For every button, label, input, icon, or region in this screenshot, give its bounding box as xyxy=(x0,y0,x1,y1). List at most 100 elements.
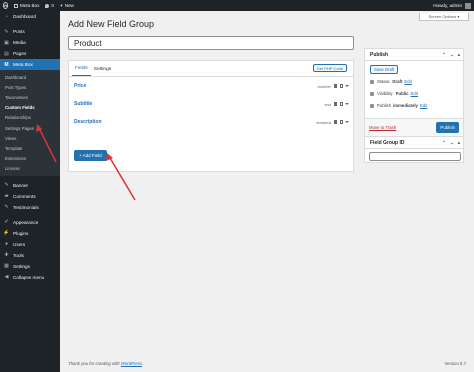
sidebar-item-plugins[interactable]: ⚡ Plugins xyxy=(0,228,60,239)
submenu-template[interactable]: Template xyxy=(0,143,60,153)
collapse-icon: ◀ xyxy=(4,274,9,281)
media-icon: ▣ xyxy=(4,39,9,46)
delete-icon[interactable] xyxy=(334,102,337,106)
publish-box-title: Publish xyxy=(370,51,389,58)
field-name[interactable]: Description xyxy=(74,119,102,125)
field-group-id-title: Field Group ID xyxy=(370,139,405,146)
admin-bar: W Meta Box 0 + New Howdy, admin xyxy=(0,0,474,11)
chevron-down-icon[interactable]: ⌄ xyxy=(450,140,454,146)
submenu-license[interactable]: License xyxy=(0,164,60,174)
submenu-custom-fields[interactable]: Custom Fields xyxy=(0,103,60,113)
edit-date-link[interactable]: Edit xyxy=(420,103,427,108)
settings-icon: ▦ xyxy=(4,263,9,270)
sidebar-item-users[interactable]: ● Users xyxy=(0,239,60,250)
pin-icon: ✎ xyxy=(4,204,9,211)
get-php-code-button[interactable]: Get PHP Code xyxy=(312,64,347,72)
title-input[interactable]: Product xyxy=(68,36,354,50)
comments-link[interactable]: 0 xyxy=(42,0,57,11)
edit-visibility-link[interactable]: Edit xyxy=(411,91,418,96)
chevron-down-icon[interactable] xyxy=(345,121,349,123)
publish-button[interactable]: Publish xyxy=(436,122,459,133)
field-tabs: Fields Settings Get PHP Code xyxy=(69,61,353,77)
sidebar-item-comments[interactable]: ▰ Comments xyxy=(0,191,60,202)
chevron-down-icon[interactable]: ⌄ xyxy=(450,52,454,58)
collapse-menu-button[interactable]: ◀ Collapse menu xyxy=(0,272,60,283)
sidebar-item-banner[interactable]: ✎ Banner xyxy=(0,180,60,191)
move-to-trash-link[interactable]: Move to Trash xyxy=(369,125,396,130)
submenu-post-types[interactable]: Post Types xyxy=(0,82,60,92)
collapse-toggle-icon[interactable]: ▴ xyxy=(458,140,460,146)
account-menu[interactable]: Howdy, admin xyxy=(433,2,474,9)
fields-box: Fields Settings Get PHP Code Price numbe… xyxy=(68,60,354,172)
plugin-icon: ⚡ xyxy=(3,230,10,237)
submenu-dashboard[interactable]: Dashboard xyxy=(0,72,60,82)
dashboard-icon: ◔ xyxy=(4,13,9,20)
key-icon xyxy=(370,79,374,84)
field-row[interactable]: Price number xyxy=(69,77,353,95)
calendar-icon xyxy=(370,103,374,108)
wordpress-link[interactable]: WordPress xyxy=(121,361,142,366)
duplicate-icon[interactable] xyxy=(340,102,343,106)
chevron-up-icon[interactable]: ⌃ xyxy=(442,140,446,146)
sidebar-item-metabox[interactable]: M Meta Box xyxy=(0,59,60,70)
collapse-toggle-icon[interactable]: ▴ xyxy=(458,52,460,58)
sidebar-item-tools[interactable]: ✚ Tools xyxy=(0,250,60,261)
sidebar-item-appearance[interactable]: ✐ Appearance xyxy=(0,217,60,228)
submenu-extensions[interactable]: Extensions xyxy=(0,154,60,164)
footer-version: Version 5.7 xyxy=(444,361,467,366)
field-name[interactable]: Subtitle xyxy=(74,101,92,107)
field-row[interactable]: Subtitle text xyxy=(69,95,353,113)
publish-actions: Move to Trash Publish xyxy=(365,118,463,136)
delete-icon[interactable] xyxy=(334,84,337,88)
sidebar-item-settings[interactable]: ▦ Settings xyxy=(0,261,60,272)
field-row[interactable]: Description textarea xyxy=(69,113,353,131)
site-name-link[interactable]: Meta Box xyxy=(11,0,42,11)
submenu-views[interactable]: Views xyxy=(0,133,60,143)
new-content-link[interactable]: + New xyxy=(57,0,77,11)
pin-icon: ✎ xyxy=(4,182,9,189)
page-title: Add New Field Group xyxy=(68,19,155,29)
duplicate-icon[interactable] xyxy=(340,84,343,88)
field-group-id-input[interactable] xyxy=(369,152,461,161)
page-icon: ▤ xyxy=(4,50,9,57)
field-name[interactable]: Price xyxy=(74,83,86,89)
field-type: text xyxy=(324,101,331,107)
metabox-icon: M xyxy=(4,61,9,68)
chevron-up-icon[interactable]: ⌃ xyxy=(442,52,446,58)
avatar xyxy=(465,2,471,9)
chevron-down-icon[interactable] xyxy=(345,85,349,87)
screen-options-button[interactable]: Screen Options ▾ xyxy=(419,13,469,21)
submenu-taxonomies[interactable]: Taxonomies xyxy=(0,92,60,102)
sidebar-item-pages[interactable]: ▤ Pages xyxy=(0,48,60,59)
publish-box: Publish ⌃ ⌄ ▴ Save Draft Status: Draft Edi… xyxy=(364,48,464,137)
field-group-id-box: Field Group ID ⌃ ⌄ ▴ xyxy=(364,136,464,163)
pin-icon: ✎ xyxy=(4,28,9,35)
sidebar-item-testimonials[interactable]: ✎ Testimonials xyxy=(0,202,60,213)
save-draft-button[interactable]: Save Draft xyxy=(370,65,399,74)
status-line: Status: Draft Edit xyxy=(370,79,412,84)
field-type: number xyxy=(317,83,331,89)
tab-settings[interactable]: Settings xyxy=(91,64,114,76)
sidebar-item-dashboard[interactable]: ◔ Dashboard xyxy=(0,11,60,22)
visibility-line: Visibility: Public Edit xyxy=(370,91,418,96)
submenu-settings-pages[interactable]: Settings Pages xyxy=(0,123,60,133)
edit-status-link[interactable]: Edit xyxy=(404,79,411,84)
delete-icon[interactable] xyxy=(334,120,337,124)
users-icon: ● xyxy=(4,241,9,248)
plus-icon: + xyxy=(59,3,63,8)
brush-icon: ✐ xyxy=(4,219,9,226)
chevron-down-icon[interactable] xyxy=(345,103,349,105)
add-field-button[interactable]: + Add Field xyxy=(74,150,107,161)
wordpress-logo-icon[interactable]: W xyxy=(0,0,11,11)
admin-sidebar: ◔ Dashboard ✎ Posts ▣ Media ▤ Pages M Meta Bo… xyxy=(0,11,60,372)
publish-date-line: Publish immediately Edit xyxy=(370,103,427,108)
metabox-submenu: Dashboard Post Types Taxonomies Custom F… xyxy=(0,70,60,176)
sidebar-item-posts[interactable]: ✎ Posts xyxy=(0,26,60,37)
duplicate-icon[interactable] xyxy=(340,120,343,124)
submenu-relationships[interactable]: Relationships xyxy=(0,113,60,123)
home-icon xyxy=(14,3,18,8)
tab-fields[interactable]: Fields xyxy=(72,63,91,76)
footer-credit: Thank you for creating with WordPress. xyxy=(68,361,144,366)
wrench-icon: ✚ xyxy=(4,252,9,259)
sidebar-item-media[interactable]: ▣ Media xyxy=(0,37,60,48)
